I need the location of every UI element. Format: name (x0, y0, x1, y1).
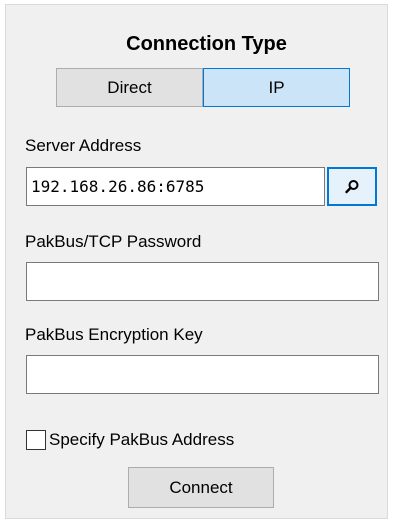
specify-address-option[interactable]: Specify PakBus Address (26, 428, 234, 452)
tcp-password-label: PakBus/TCP Password (25, 232, 202, 251)
server-browse-button[interactable] (327, 167, 377, 206)
server-address-label: Server Address (25, 136, 142, 155)
encryption-key-input[interactable] (26, 355, 379, 394)
connection-panel: Connection Type Direct IP Server Address… (5, 4, 388, 519)
ip-toggle-button[interactable]: IP (203, 68, 350, 107)
server-address-input[interactable]: 192.168.26.86:6785 (26, 167, 325, 206)
tcp-password-input[interactable] (26, 262, 379, 301)
connection-type-title: Connection Type (126, 33, 287, 55)
connect-button[interactable]: Connect (128, 467, 274, 508)
specify-address-label: Specify PakBus Address (49, 430, 235, 449)
search-icon (345, 179, 359, 193)
specify-address-checkbox[interactable] (26, 430, 46, 450)
encryption-key-label: PakBus Encryption Key (25, 325, 203, 344)
direct-toggle-button[interactable]: Direct (56, 68, 203, 107)
